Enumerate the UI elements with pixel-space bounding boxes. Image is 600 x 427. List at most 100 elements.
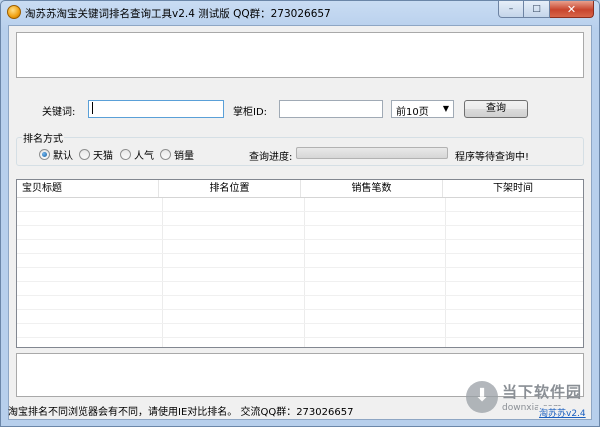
window-controls: – □ ✕ <box>498 1 594 18</box>
table-row <box>17 324 583 338</box>
table-cell <box>163 212 305 225</box>
table-cell <box>163 268 305 281</box>
table-row <box>17 240 583 254</box>
radio-sales-label: 销量 <box>174 151 194 162</box>
text-caret <box>92 102 93 114</box>
table-cell <box>163 296 305 309</box>
download-icon: ⬇ <box>466 381 498 413</box>
table-cell <box>446 310 583 323</box>
table-cell <box>305 282 447 295</box>
title-bar[interactable]: 淘苏苏淘宝关键词排名查询工具v2.4 测试版 QQ群：273026657 – □… <box>1 1 599 25</box>
table-cell <box>446 198 583 211</box>
query-button[interactable]: 查询 <box>464 100 528 118</box>
table-row <box>17 226 583 240</box>
table-cell <box>305 254 447 267</box>
shop-id-input[interactable] <box>279 100 383 118</box>
table-cell <box>17 310 164 323</box>
minimize-button[interactable]: – <box>498 1 524 18</box>
page-range-select[interactable]: 前10页 ▼ <box>391 100 454 118</box>
table-cell <box>446 240 583 253</box>
top-info-panel <box>16 32 584 78</box>
radio-tmall[interactable]: 天猫 <box>79 147 113 162</box>
table-row <box>17 310 583 324</box>
results-table-body <box>17 198 583 347</box>
table-cell <box>17 338 164 347</box>
chevron-down-icon: ▼ <box>442 104 449 113</box>
table-row <box>17 212 583 226</box>
maximize-button[interactable]: □ <box>524 1 550 18</box>
results-table-header: 宝贝标题 排名位置 销售笔数 下架时间 <box>17 180 583 198</box>
table-cell <box>305 296 447 309</box>
table-cell <box>163 198 305 211</box>
page-range-value: 前10页 <box>396 107 429 118</box>
table-cell <box>17 212 164 225</box>
table-row <box>17 338 583 347</box>
table-cell <box>17 226 164 239</box>
table-cell <box>446 254 583 267</box>
table-cell <box>17 296 164 309</box>
ranking-group-label: 排名方式 <box>22 130 64 145</box>
table-cell <box>446 282 583 295</box>
column-header-delist-time[interactable]: 下架时间 <box>443 180 583 197</box>
table-cell <box>17 282 164 295</box>
table-cell <box>305 310 447 323</box>
table-row <box>17 198 583 212</box>
table-cell <box>446 338 583 347</box>
close-button[interactable]: ✕ <box>550 1 594 18</box>
status-bar-text: 淘宝排名不同浏览器会有不同，请使用IE对比排名。 交流QQ群：273026657 <box>8 407 354 418</box>
table-cell <box>446 296 583 309</box>
table-cell <box>163 254 305 267</box>
table-cell <box>305 324 447 337</box>
window-title: 淘苏苏淘宝关键词排名查询工具v2.4 测试版 QQ群：273026657 <box>25 8 331 20</box>
table-cell <box>305 240 447 253</box>
column-header-rank[interactable]: 排名位置 <box>159 180 301 197</box>
app-logo-icon <box>7 5 21 19</box>
radio-empty-icon <box>120 149 131 160</box>
table-cell <box>305 338 447 347</box>
table-cell <box>163 338 305 347</box>
shop-id-label: 掌柜ID: <box>233 107 268 118</box>
radio-default-label: 默认 <box>53 151 73 162</box>
table-cell <box>163 282 305 295</box>
table-cell <box>446 268 583 281</box>
radio-tmall-label: 天猫 <box>93 151 113 162</box>
client-area: 关键词: 掌柜ID: 前10页 ▼ 查询 排名方式 默认 天猫 人气 销量 查询… <box>8 25 592 420</box>
table-cell <box>446 212 583 225</box>
watermark: ⬇ 当下软件园 downxia.com 淘苏苏v2.4 <box>466 379 596 423</box>
radio-selected-icon <box>39 149 50 160</box>
watermark-brand: 当下软件园 <box>502 383 583 401</box>
keyword-label: 关键词: <box>42 107 76 118</box>
table-cell <box>305 268 447 281</box>
table-cell <box>446 226 583 239</box>
radio-sales[interactable]: 销量 <box>160 147 194 162</box>
table-cell <box>17 254 164 267</box>
table-cell <box>305 198 447 211</box>
table-cell <box>17 324 164 337</box>
table-cell <box>17 198 164 211</box>
table-cell <box>163 310 305 323</box>
table-row <box>17 282 583 296</box>
results-table[interactable]: 宝贝标题 排名位置 销售笔数 下架时间 <box>16 179 584 348</box>
version-link[interactable]: 淘苏苏v2.4 <box>538 406 587 419</box>
table-cell <box>17 268 164 281</box>
table-row <box>17 268 583 282</box>
query-progress-bar <box>296 147 448 159</box>
table-cell <box>305 226 447 239</box>
table-cell <box>305 212 447 225</box>
progress-status: 程序等待查询中! <box>455 152 530 163</box>
radio-empty-icon <box>79 149 90 160</box>
table-row <box>17 254 583 268</box>
radio-default[interactable]: 默认 <box>39 147 73 162</box>
radio-popularity[interactable]: 人气 <box>120 147 154 162</box>
table-cell <box>446 324 583 337</box>
radio-popularity-label: 人气 <box>134 151 154 162</box>
column-header-sales[interactable]: 销售笔数 <box>301 180 443 197</box>
table-cell <box>163 226 305 239</box>
app-window: 淘苏苏淘宝关键词排名查询工具v2.4 测试版 QQ群：273026657 – □… <box>0 0 600 427</box>
keyword-input[interactable] <box>88 100 224 118</box>
radio-empty-icon <box>160 149 171 160</box>
table-cell <box>17 240 164 253</box>
column-header-title[interactable]: 宝贝标题 <box>17 180 159 197</box>
table-row <box>17 296 583 310</box>
table-cell <box>163 240 305 253</box>
